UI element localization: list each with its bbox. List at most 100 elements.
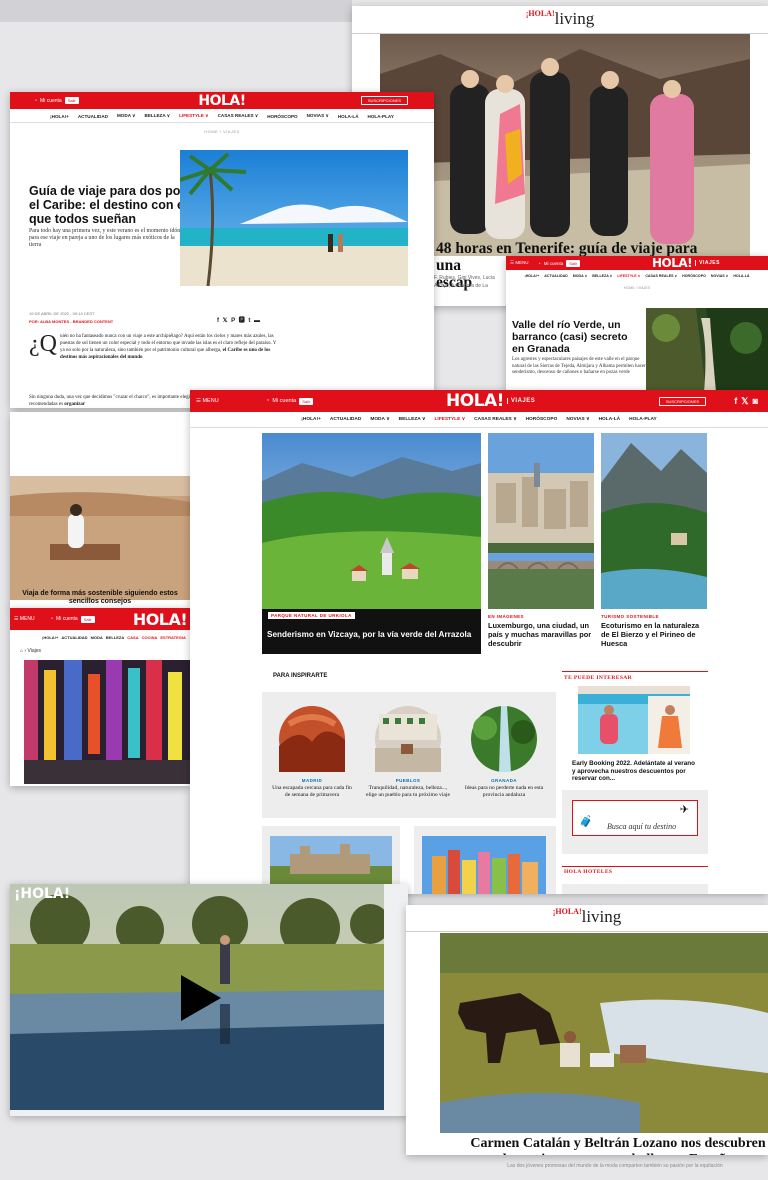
nav-item[interactable]: ¡HOLA!+	[42, 635, 58, 640]
card-kicker: EN IMÁGENES	[488, 614, 524, 619]
inspiration-item[interactable]: GRANADA Ideas para no perderte nada en e…	[462, 706, 546, 799]
bierzo-photo	[601, 433, 707, 609]
background-band	[0, 0, 352, 22]
salir-button[interactable]: Salir	[566, 259, 581, 267]
nav-item[interactable]: ¡HOLA!+	[50, 114, 69, 119]
hamburger-icon: ☰	[196, 398, 201, 404]
nav-item[interactable]: LIFESTYLE ∨	[617, 274, 640, 278]
caballo-subtitle: Las dos jóvenes promesas del mundo de la…	[507, 1163, 723, 1169]
nav-item[interactable]: ESTRATEGIA	[160, 635, 185, 640]
instagram-icon[interactable]: ◙	[753, 396, 762, 406]
card-hola-caribe[interactable]: ◔ Mi cuenta Salir HOLA! SUSCRIPCIONES ¡HOL…	[10, 92, 434, 408]
subscriptions-button[interactable]: SUSCRIPCIONES	[658, 396, 706, 406]
salir-button[interactable]: Salir	[80, 615, 95, 623]
nav-item[interactable]: HOLA-PLAY	[368, 114, 394, 119]
nav-item[interactable]: BELLEZA	[106, 635, 124, 640]
menu-button[interactable]: ☰ MENU	[196, 398, 219, 404]
nav-item[interactable]: ¡HOLA!+	[525, 274, 540, 278]
nav-item[interactable]: LIFESTYLE ∨	[434, 417, 465, 422]
nav-item[interactable]: CASAS REALES ∨	[218, 113, 259, 119]
nav-item[interactable]: ACTUALIDAD	[544, 274, 568, 278]
vizcaya-photo	[262, 433, 481, 609]
breadcrumb[interactable]: HOME / VIAJES	[506, 286, 768, 290]
nav-item[interactable]: CASA	[127, 635, 138, 640]
hamburger-icon: ☰	[510, 260, 515, 265]
card-hola-viajes-main[interactable]: ☰ MENU ◔ Mi cuenta Salir HOLA! VIAJES SUSCR…	[190, 390, 768, 894]
nav-item[interactable]: HORÓSCOPO	[682, 274, 706, 278]
inspiration-kicker: GRANADA	[491, 778, 517, 783]
nav-item[interactable]: HOLA-LÁ	[599, 417, 621, 422]
bottom-tile[interactable]	[414, 826, 556, 894]
account-link[interactable]: ◔ Mi cuenta Salir	[538, 259, 581, 267]
inspiration-item[interactable]: PUEBLOS Tranquilidad, naturaleza, bellez…	[366, 706, 450, 799]
sidebar-rule	[562, 866, 708, 867]
granada-circle-photo	[471, 706, 537, 772]
sidebar-promo[interactable]: Early Booking 2022. Adelántate al verano…	[568, 686, 700, 783]
nav-item[interactable]: BELLEZA ∨	[399, 417, 426, 422]
card-sostenible[interactable]: Viaja de forma más sostenible siguiendo …	[10, 412, 190, 610]
article-author: POR: ALBA MONTES - BRANDED CONTENT	[29, 319, 114, 324]
hola-viajes-logo[interactable]: HOLA! VIAJES	[446, 391, 535, 411]
card-video[interactable]: ¡HOLA!	[10, 884, 408, 1116]
twitter-icon[interactable]: 𝕏	[741, 396, 752, 406]
nav-item[interactable]: MODA ∨	[117, 113, 136, 119]
share-icons[interactable]: f 𝕏 P 🅿 t ▬	[217, 315, 261, 324]
menu-button[interactable]: ☰ MENU	[510, 260, 529, 266]
nav-item[interactable]: NOVIAS ∨	[566, 417, 589, 422]
user-icon: ◔	[34, 97, 38, 104]
nav-item[interactable]: MODA	[91, 635, 103, 640]
social-icons[interactable]: f𝕏◙	[734, 396, 762, 407]
play-button[interactable]	[181, 975, 221, 1021]
nav-item[interactable]: ACTUALIDAD	[78, 114, 108, 119]
subscriptions-button[interactable]: SUSCRIPCIONES	[360, 96, 408, 105]
living-logo: ¡HOLA!living	[552, 907, 622, 926]
nav-item[interactable]: LIFESTYLE ∨	[179, 113, 208, 119]
account-link[interactable]: ◔ Mi cuenta Salir	[50, 615, 95, 623]
breadcrumb[interactable]: HOME / VIAJES	[10, 129, 434, 134]
nav-item[interactable]: MODA ∨	[370, 417, 389, 422]
nav-item[interactable]: NOVIAS ∨	[711, 274, 728, 278]
nav-item[interactable]: HOLA-LÁ	[338, 114, 359, 119]
hola-logo[interactable]: HOLA!	[198, 93, 246, 109]
nav-item[interactable]: BELLEZA ∨	[145, 113, 171, 119]
nav-item[interactable]: ACTUALIDAD	[330, 417, 361, 422]
article-card[interactable]: TURISMO SOSTENIBLE Ecoturismo en la natu…	[601, 433, 707, 653]
nav-item[interactable]: CASAS REALES ∨	[645, 274, 677, 278]
breadcrumb[interactable]: ⌂ › Viajes	[20, 648, 41, 654]
living-logo: ¡HOLA!living	[525, 9, 595, 28]
nav-item[interactable]: BELLEZA ∨	[592, 274, 612, 278]
article-card[interactable]: EN IMÁGENES Luxemburgo, una ciudad, un p…	[488, 433, 594, 653]
card-hola-rioverde[interactable]: ☰ MENU ◔ Mi cuenta Salir HOLA! VIAJES ¡HOLA…	[506, 256, 768, 392]
nav-divider	[190, 427, 768, 428]
salir-button[interactable]: Salir	[64, 97, 79, 104]
hola-logo[interactable]: HOLA!	[133, 610, 188, 629]
feature-title: Senderismo en Vizcaya, por la vía verde …	[267, 630, 472, 639]
destination-search-banner[interactable]: 🧳 ✈ Busca aquí tu destino	[562, 790, 708, 854]
card-hola-city[interactable]: ☰ MENU ◔ Mi cuenta Salir HOLA! ¡HOLA!+ ACT…	[10, 608, 190, 786]
account-link[interactable]: ◔ Mi cuenta Salir	[34, 97, 79, 104]
inspiration-panel: MADRID Una escapada cercana para cada fi…	[262, 692, 556, 818]
hola-viajes-logo[interactable]: HOLA! VIAJES	[652, 256, 720, 270]
feature-article[interactable]: PARQUE NATURAL DE URKIOLA Senderismo en …	[262, 433, 481, 654]
inspiration-text: Tranquilidad, naturaleza, belleza..., el…	[366, 785, 450, 798]
nav-item[interactable]: ¡HOLA!+	[301, 417, 321, 422]
nav-item[interactable]: HORÓSCOPO	[267, 114, 297, 119]
nav-item[interactable]: NOVIAS ∨	[307, 113, 329, 119]
nav-item[interactable]: HORÓSCOPO	[526, 417, 558, 422]
nav-item[interactable]: ACTUALIDAD	[61, 635, 87, 640]
card-living-caballo[interactable]: ¡HOLA!living Carmen Catalán y Beltrán Lo…	[406, 905, 768, 1155]
nav-item[interactable]: CASAS REALES ∨	[474, 417, 516, 422]
menu-button[interactable]: ☰ MENU	[14, 616, 35, 622]
account-link[interactable]: ◔ Mi cuenta Salir	[266, 397, 314, 405]
nav-item[interactable]: COCINA	[142, 635, 158, 640]
salir-button[interactable]: Salir	[299, 397, 314, 405]
nav-item[interactable]: MODA ∨	[573, 274, 587, 278]
article-title: Carmen Catalán y Beltrán Lozano nos desc…	[470, 1136, 766, 1155]
early-booking-photo	[578, 686, 690, 754]
luxembourg-photo	[488, 433, 594, 609]
home-icon: ⌂	[20, 648, 24, 654]
nav-item[interactable]: HOLA-PLAY	[629, 417, 657, 422]
inspiration-item[interactable]: MADRID Una escapada cercana para cada fi…	[270, 706, 354, 799]
inspiration-kicker: MADRID	[301, 778, 323, 783]
nav-item[interactable]: HOLA-LÁ	[733, 274, 749, 278]
